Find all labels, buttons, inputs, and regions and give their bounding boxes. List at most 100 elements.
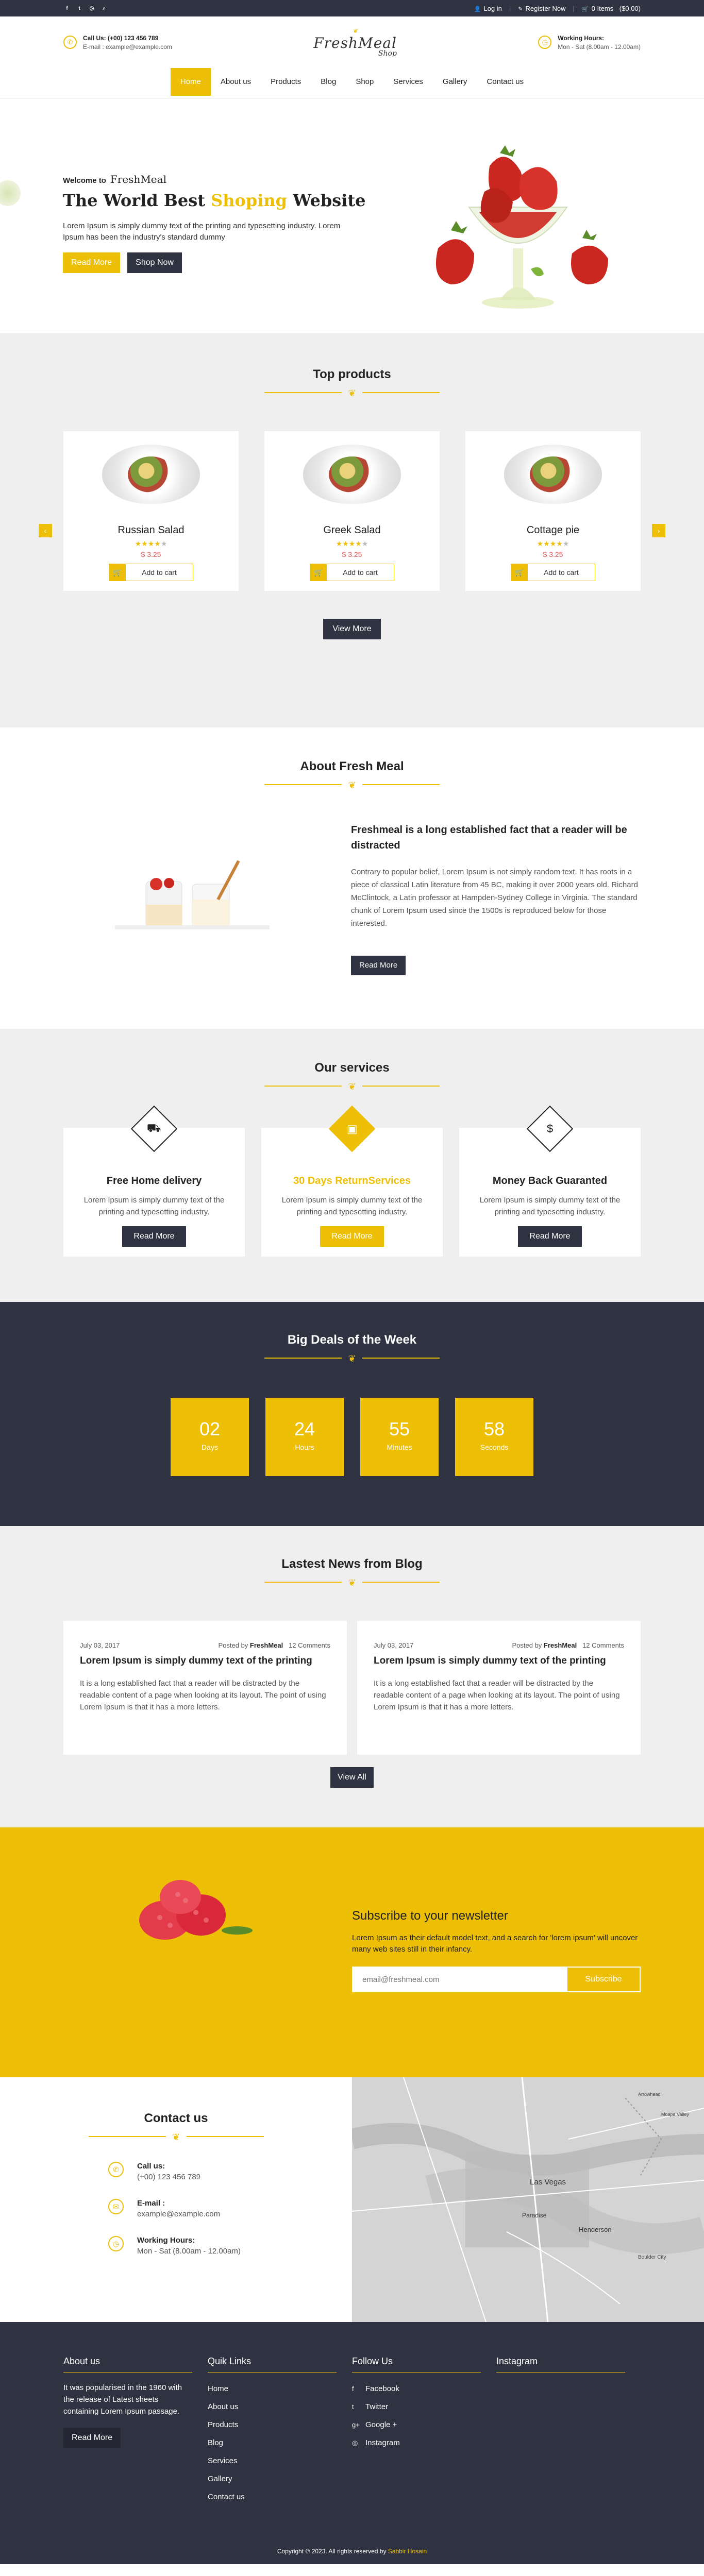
footer-link-gallery[interactable]: Gallery (208, 2475, 232, 2483)
follow-label: Facebook (365, 2384, 399, 2393)
add-to-cart-button[interactable]: 🛒 Add to cart (109, 564, 193, 581)
newsletter-form: Subscribe (352, 1967, 641, 1992)
countdown-label: Hours (295, 1443, 314, 1451)
call-email: E-mail : example@example.com (83, 43, 172, 50)
countdown-hours: 24 Hours (265, 1398, 344, 1476)
footer-link-home[interactable]: Home (208, 2384, 228, 2393)
blog-post-card: July 03, 2017 Posted by FreshMeal 12 Comm… (63, 1621, 347, 1755)
service-name: Money Back Guaranted (492, 1175, 608, 1187)
hours-info: ◷ Working Hours: Mon - Sat (8.00am - 12.… (538, 35, 641, 50)
nav-contact[interactable]: Contact us (477, 68, 533, 96)
add-to-cart-button[interactable]: 🛒 Add to cart (511, 564, 595, 581)
footer-google-link[interactable]: g+ Google + (352, 2420, 397, 2429)
service-text: Lorem Ipsum is simply dummy text of the … (281, 1196, 423, 1216)
nav-gallery[interactable]: Gallery (433, 68, 477, 96)
shop-now-button[interactable]: Shop Now (127, 252, 182, 273)
map-label: Las Vegas (530, 2178, 566, 2187)
twitter-icon[interactable]: t (76, 5, 83, 12)
product-card: Greek Salad ★★★★★ $ 3.25 🛒 Add to cart (264, 431, 440, 591)
post-comments[interactable]: 12 Comments (582, 1641, 624, 1649)
nav-shop[interactable]: Shop (346, 68, 383, 96)
product-card: Cottage pie ★★★★★ $ 3.25 🛒 Add to cart (465, 431, 641, 591)
post-title[interactable]: Lorem Ipsum is simply dummy text of the … (80, 1654, 330, 1667)
email-field[interactable] (353, 1968, 567, 1991)
nav-home[interactable]: Home (170, 68, 211, 96)
post-date: July 03, 2017 (374, 1641, 414, 1649)
blog-post-card: July 03, 2017 Posted by FreshMeal 12 Comm… (357, 1621, 641, 1755)
register-link[interactable]: ✎ Register Now (518, 5, 565, 12)
nav-services[interactable]: Services (383, 68, 433, 96)
footer-instagram-link[interactable]: ◎ Instagram (352, 2438, 400, 2447)
nav-about[interactable]: About us (211, 68, 261, 96)
title-divider: ❦ (264, 1353, 440, 1366)
contact-value: (+00) 123 456 789 (137, 2173, 201, 2181)
welcome-label: Welcome to (63, 176, 106, 185)
view-more-button[interactable]: View More (323, 619, 381, 639)
service-card: ⛟ Free Home delivery Lorem Ipsum is simp… (63, 1105, 245, 1257)
facebook-icon[interactable]: f (63, 5, 71, 12)
products-title: Top products (313, 367, 391, 381)
countdown-value: 55 (389, 1418, 410, 1439)
map-label: Arrowhead (638, 2092, 661, 2097)
newsletter-title: Subscribe to your newsletter (352, 1909, 508, 1923)
mail-icon: ✉ (108, 2199, 124, 2214)
logo[interactable]: ❦ FreshMeal Shop (313, 27, 397, 58)
footer-quick-links: Quik Links Home About us Products Blog S… (208, 2356, 352, 2506)
cart-icon: 🛒 (511, 564, 528, 581)
post-author[interactable]: FreshMeal (544, 1641, 577, 1649)
instagram-title: Instagram (496, 2356, 538, 2366)
services-title: Our services (314, 1061, 390, 1075)
contact-title: Contact us (144, 2111, 208, 2125)
footer-facebook-link[interactable]: f Facebook (352, 2384, 399, 2393)
footer-twitter-link[interactable]: t Twitter (352, 2402, 388, 2411)
carousel-prev-button[interactable]: ‹ (39, 524, 52, 537)
about-heading: Freshmeal is a long established fact tha… (351, 824, 627, 851)
footer-link-contact[interactable]: Contact us (208, 2493, 245, 2501)
read-more-button[interactable]: Read More (63, 252, 121, 273)
product-image (504, 445, 602, 504)
footer-about-title: About us (63, 2356, 100, 2366)
map-graphic: Las Vegas Paradise Henderson Boulder Cit… (352, 2077, 704, 2322)
footer-read-more-button[interactable]: Read More (63, 2428, 121, 2448)
subscribe-button[interactable]: Subscribe (567, 1968, 640, 1991)
about-read-more-button[interactable]: Read More (351, 956, 406, 975)
carousel-next-button[interactable]: › (652, 524, 665, 537)
countdown-label: Seconds (480, 1443, 509, 1451)
title-divider: ❦ (264, 1578, 440, 1590)
post-comments[interactable]: 12 Comments (289, 1641, 330, 1649)
search-icon[interactable]: ⌕ (100, 5, 108, 12)
add-to-cart-button[interactable]: 🛒 Add to cart (310, 564, 394, 581)
post-excerpt: It is a long established fact that a rea… (374, 1679, 620, 1711)
product-name: Cottage pie (526, 524, 580, 536)
title-divider: ❦ (264, 780, 440, 792)
cart-link[interactable]: 🛒 0 Items - ($0.00) (582, 5, 641, 12)
nav-blog[interactable]: Blog (311, 68, 346, 96)
login-link[interactable]: 👤 Log in (474, 5, 502, 12)
footer-link-products[interactable]: Products (208, 2420, 238, 2429)
copyright-author[interactable]: Sabbir Hosain (388, 2548, 427, 2555)
instagram-icon[interactable]: ◎ (88, 5, 95, 12)
follow-label: Google + (365, 2420, 397, 2429)
contact-label: Call us: (137, 2162, 165, 2171)
dessert-jars-image (115, 860, 270, 929)
service-read-more-button[interactable]: Read More (320, 1226, 384, 1247)
service-read-more-button[interactable]: Read More (122, 1226, 186, 1247)
footer-link-about[interactable]: About us (208, 2402, 238, 2411)
cart-label: 0 Items - ($0.00) (591, 4, 641, 12)
product-price: $ 3.25 (543, 550, 563, 558)
footer-link-services[interactable]: Services (208, 2456, 238, 2465)
footer-link-blog[interactable]: Blog (208, 2438, 223, 2447)
nav-products[interactable]: Products (261, 68, 311, 96)
social-icons: f t ◎ ⌕ (63, 5, 108, 12)
contact-section: Contact us ❦ ✆ Call us: (+00) 123 456 789 … (0, 2077, 704, 2322)
view-all-button[interactable]: View All (330, 1767, 374, 1788)
title-divider: ❦ (88, 2132, 264, 2144)
leaf-icon: ❦ (348, 780, 356, 790)
post-title[interactable]: Lorem Ipsum is simply dummy text of the … (374, 1654, 624, 1667)
register-label: Register Now (525, 4, 566, 12)
location-map[interactable]: Las Vegas Paradise Henderson Boulder Cit… (352, 2077, 704, 2322)
map-label: Henderson (579, 2226, 612, 2233)
post-author[interactable]: FreshMeal (250, 1641, 283, 1649)
leaf-icon: ❦ (348, 1081, 356, 1092)
service-read-more-button[interactable]: Read More (518, 1226, 582, 1247)
